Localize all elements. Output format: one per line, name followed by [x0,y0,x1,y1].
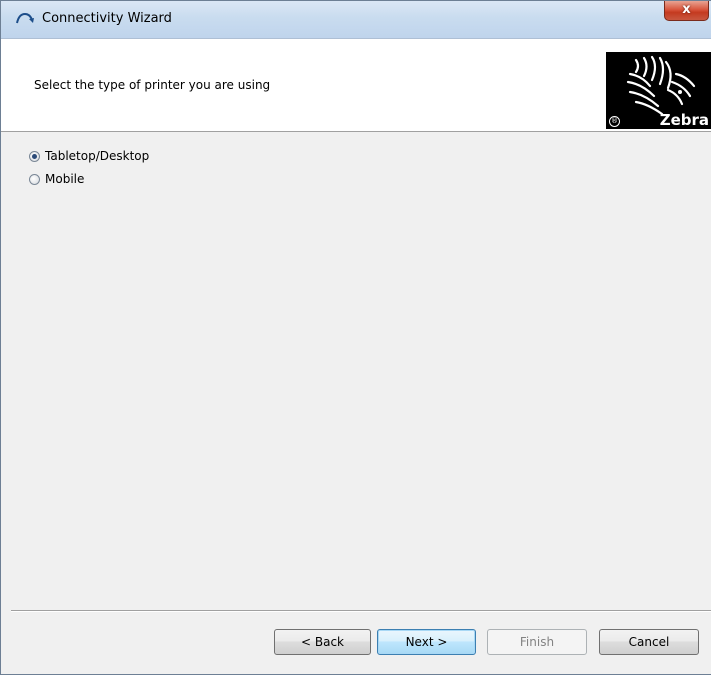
radio-label-mobile: Mobile [45,172,85,186]
close-button[interactable]: x [664,1,709,21]
finish-button[interactable]: Finish [487,629,587,655]
window-title: Connectivity Wizard [42,11,172,26]
next-button[interactable]: Next > [377,629,476,655]
cancel-button[interactable]: Cancel [599,629,699,655]
radio-button-selected[interactable] [29,150,40,162]
registered-mark: ® [609,116,620,127]
radio-mobile[interactable]: Mobile [29,170,84,188]
wizard-arrow-icon [15,10,35,26]
zebra-logo: Zebra ® [606,52,711,129]
footer-separator [11,610,711,612]
close-icon: x [682,2,691,17]
page-instruction: Select the type of printer you are using [34,78,271,92]
connectivity-wizard-window: Connectivity Wizard x Select the type of… [0,0,711,675]
radio-tabletop-desktop[interactable]: Tabletop/Desktop [29,147,149,165]
title-bar[interactable]: Connectivity Wizard x [1,1,711,39]
radio-label-tabletop: Tabletop/Desktop [45,149,150,163]
radio-button[interactable] [29,173,40,185]
wizard-header: Select the type of printer you are using [1,39,711,132]
logo-wordmark: Zebra [659,111,709,129]
back-button[interactable]: < Back [274,629,371,655]
